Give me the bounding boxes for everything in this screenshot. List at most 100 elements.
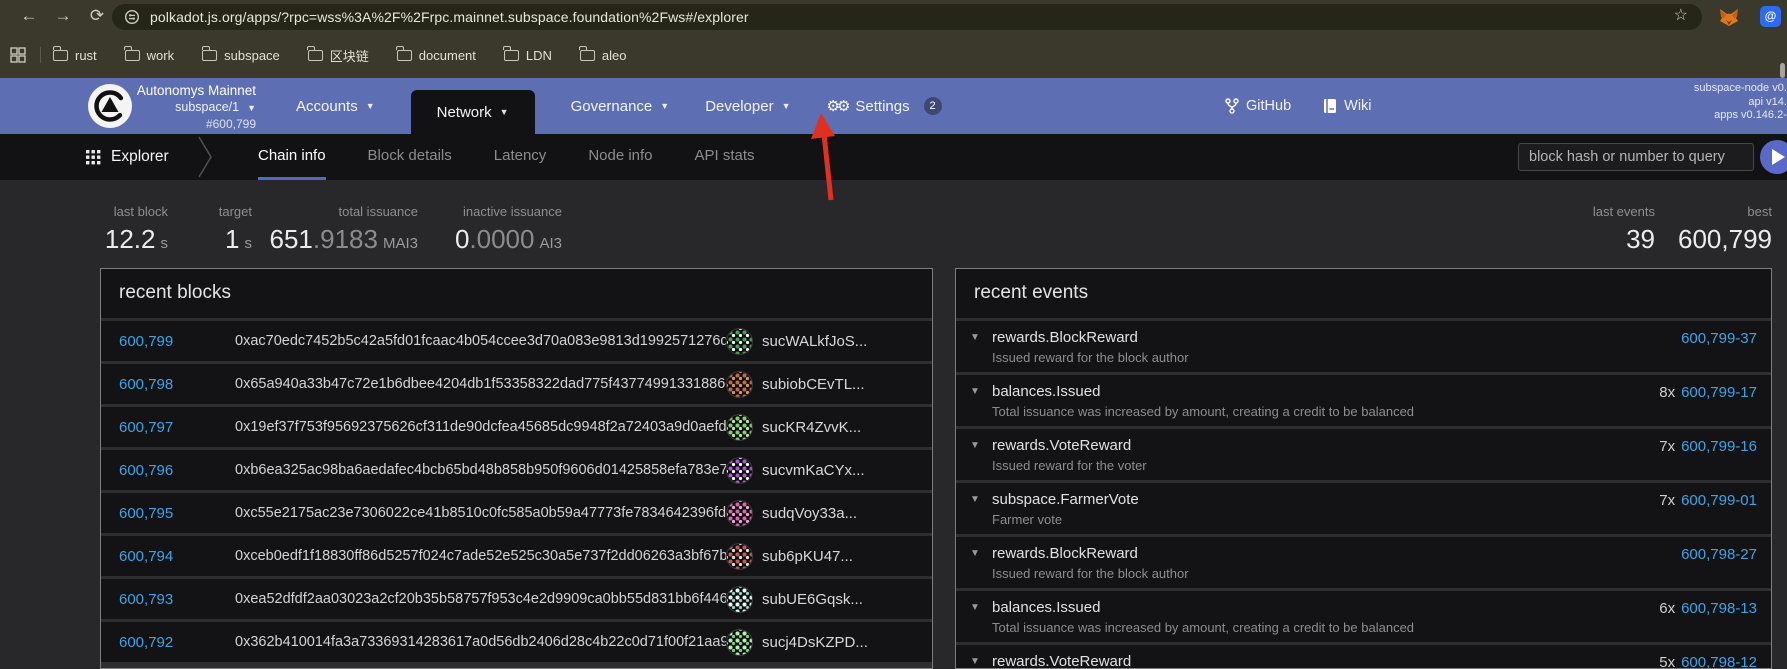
blue-extension-icon[interactable]: @ [1760,6,1781,27]
identicon[interactable] [726,629,753,656]
block-number-link[interactable]: 600,792 [119,634,191,651]
bookmark-folder[interactable]: rust [53,48,97,63]
identicon[interactable] [726,371,753,398]
folder-icon [397,50,412,61]
block-author-link[interactable]: sucWALkfJoS... [762,333,867,350]
folder-icon [580,50,595,61]
bookmarks-divider [40,47,41,63]
tab-api-stats[interactable]: API stats [695,134,755,180]
stat-last-events: last events 39 [1593,204,1655,255]
tab-strip: Chain info Block details Latency Node info A… [258,134,755,180]
wiki-link[interactable]: Wiki [1323,98,1371,114]
sidebar-item-explorer[interactable]: Explorer [86,134,169,180]
block-author-link[interactable]: sudqVoy33a... [762,505,857,522]
table-row: 600,799 0xac70edc7452b5c42a5fd01fcaac4b0… [101,321,932,361]
bookmark-folder[interactable]: LDN [504,48,552,63]
recent-events-panel: recent events ▼ rewards.BlockReward Issu… [955,268,1772,669]
chevron-down-icon: ▼ [366,101,375,111]
tab-latency[interactable]: Latency [494,134,547,180]
block-author-link[interactable]: sucvmKaCYx... [762,462,865,479]
event-block-link[interactable]: 600,799-01 [1681,492,1757,509]
bookmarks-bar: rust work subspace 区块链 document LDN aleo [0,38,654,72]
menu-developer[interactable]: Developer▼ [705,78,790,134]
block-number-link[interactable]: 600,797 [119,419,191,436]
expand-caret-icon[interactable]: ▼ [970,599,992,635]
identicon[interactable] [726,586,753,613]
expand-caret-icon[interactable]: ▼ [970,653,992,669]
block-author-link[interactable]: sub6pKU47... [762,548,853,565]
tab-chain-info[interactable]: Chain info [258,134,326,180]
bookmark-star-icon[interactable]: ☆ [1674,5,1688,25]
folder-icon [125,50,140,61]
event-block-link[interactable]: 600,798-12 [1681,654,1757,669]
scrollbar-thumb[interactable] [1780,63,1785,78]
list-item: ▼ balances.Issued Total issuance was inc… [956,375,1771,426]
back-icon[interactable]: ← [16,3,42,29]
expand-caret-icon[interactable]: ▼ [970,329,992,365]
head-block-number: #600,799 [134,116,256,132]
event-block-link[interactable]: 600,799-17 [1681,384,1757,401]
tab-node-info[interactable]: Node info [588,134,652,180]
identicon[interactable] [726,500,753,527]
autonomys-logo[interactable] [88,84,132,128]
reload-icon[interactable]: ⟳ [84,3,110,29]
identicon[interactable] [726,543,753,570]
menu-network[interactable]: Network▼ [411,90,535,134]
block-number-link[interactable]: 600,794 [119,548,191,565]
block-hash: 0xc55e2175ac23e7306022ce41b8510c0fc585a0… [235,505,726,521]
event-description: Issued reward for the block author [992,566,1675,581]
event-name: rewards.VoteReward [992,437,1659,454]
breadcrumb-chevron [196,135,216,179]
table-row: 600,794 0xceb0edf1f18830ff86d5257f024c7a… [101,536,932,576]
menu-accounts[interactable]: Accounts▼ [296,78,375,134]
bookmark-folder[interactable]: work [125,48,174,63]
block-hash: 0x65a940a33b47c72e1b6dbee4204db1f5335832… [235,376,726,392]
block-number-link[interactable]: 600,795 [119,505,191,522]
block-number-link[interactable]: 600,796 [119,462,191,479]
github-fork-icon [1225,98,1239,114]
network-name: Autonomys Mainnet [134,83,256,99]
expand-caret-icon[interactable]: ▼ [970,437,992,473]
event-count: 8x [1659,384,1675,401]
forward-icon[interactable]: → [50,3,76,29]
expand-caret-icon[interactable]: ▼ [970,491,992,527]
query-submit-button[interactable] [1760,140,1787,174]
apps-grid-icon[interactable] [10,47,26,63]
identicon[interactable] [726,457,753,484]
github-link[interactable]: GitHub [1225,98,1291,114]
identicon[interactable] [726,328,753,355]
list-item: ▼ rewards.BlockReward Issued reward for … [956,321,1771,372]
expand-caret-icon[interactable]: ▼ [970,383,992,419]
block-number-link[interactable]: 600,793 [119,591,191,608]
event-block-link[interactable]: 600,799-16 [1681,438,1757,455]
event-block-link[interactable]: 600,799-37 [1681,330,1757,347]
block-hash: 0xb6ea325ac98ba6aedafec4bcb65bd48b858b95… [235,462,726,478]
block-author-link[interactable]: subUE6Gqsk... [762,591,863,608]
event-count: 7x [1659,438,1675,455]
site-info-icon[interactable] [124,9,140,25]
block-author-link[interactable]: subiobCEvTL... [762,376,865,393]
expand-caret-icon[interactable]: ▼ [970,545,992,581]
bookmark-folder[interactable]: aleo [580,48,627,63]
block-author-link[interactable]: sucj4DsKZPD... [762,634,868,651]
tab-block-details[interactable]: Block details [368,134,452,180]
event-block-link[interactable]: 600,798-13 [1681,600,1757,617]
list-item: ▼ rewards.VoteReward Issued reward for t… [956,429,1771,480]
bookmark-folder[interactable]: 区块链 [308,46,369,65]
menu-governance[interactable]: Governance▼ [571,78,670,134]
url-bar[interactable]: polkadot.js.org/apps/?rpc=wss%3A%2F%2Frp… [112,4,1702,30]
network-selector[interactable]: subspace/1▼ [134,99,256,116]
bookmark-folder[interactable]: document [397,48,476,63]
recent-blocks-panel: recent blocks 600,799 0xac70edc7452b5c42… [100,268,933,669]
block-author-link[interactable]: sucKR4ZvvK... [762,419,861,436]
block-search-input[interactable] [1518,143,1754,171]
stat-best: best 600,799 [1678,204,1772,255]
block-number-link[interactable]: 600,798 [119,376,191,393]
event-block-link[interactable]: 600,798-27 [1681,546,1757,563]
settings-badge: 2 [924,97,942,115]
event-name: rewards.BlockReward [992,545,1675,562]
identicon[interactable] [726,414,753,441]
metamask-extension-icon[interactable] [1718,6,1740,28]
block-number-link[interactable]: 600,799 [119,333,191,350]
bookmark-folder[interactable]: subspace [202,48,280,63]
